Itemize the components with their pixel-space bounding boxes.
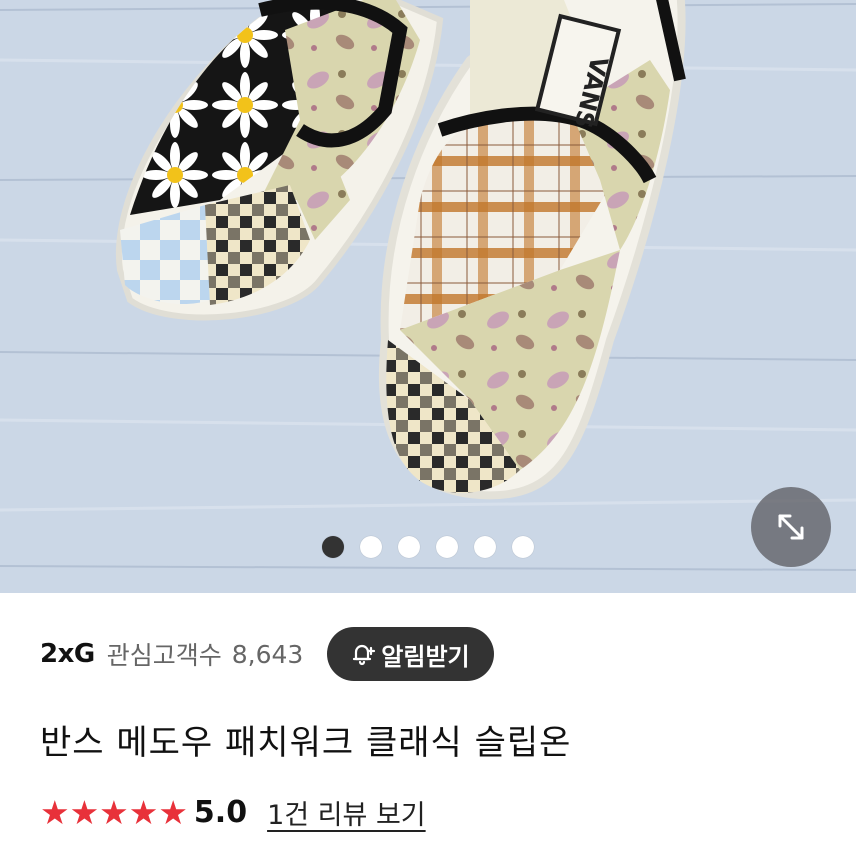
shoe-photo: VANS (0, 0, 856, 593)
rating-row: ★★★★★ 5.0 1건 리뷰 보기 (40, 793, 426, 832)
carousel-dot[interactable] (474, 536, 496, 558)
rating-score: 5.0 (193, 795, 248, 830)
product-title: 반스 메도우 패치워크 클래식 슬립온 (40, 723, 572, 763)
brand-name[interactable]: 2xG (40, 639, 95, 669)
review-link[interactable]: 1건 리뷰 보기 (267, 793, 426, 832)
expand-diagonal-icon (778, 514, 804, 540)
notify-button[interactable]: 알림받기 (327, 627, 494, 681)
rating-stars: ★★★★★ (40, 793, 188, 832)
carousel-dot[interactable] (512, 536, 534, 558)
bell-plus-icon (349, 640, 377, 668)
expand-image-button[interactable] (751, 487, 831, 567)
product-image[interactable]: VANS (0, 0, 856, 593)
notify-label: 알림받기 (381, 642, 470, 671)
carousel-dot[interactable] (436, 536, 458, 558)
fans-label: 관심고객수 (106, 641, 222, 670)
fans-count: 8,643 (231, 639, 304, 669)
carousel-dot[interactable] (398, 536, 420, 558)
carousel-dot[interactable] (360, 536, 382, 558)
seller-row: 2xG 관심고객수 8,643 알림받기 (40, 626, 816, 682)
carousel-indicator (0, 536, 856, 558)
carousel-dot-active[interactable] (322, 536, 344, 558)
